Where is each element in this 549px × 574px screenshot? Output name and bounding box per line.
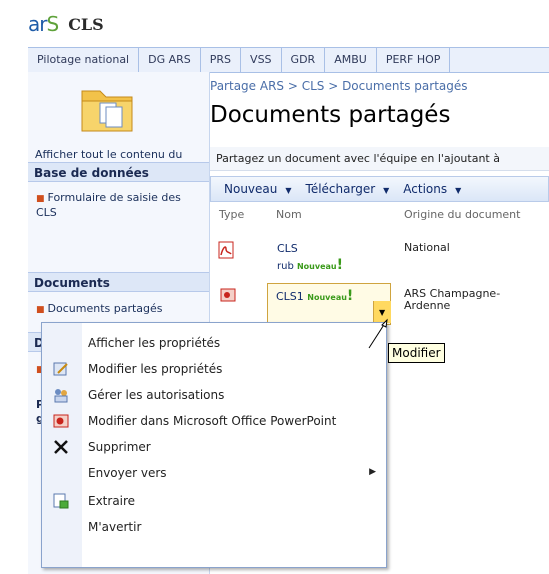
menu-item-edit-properties[interactable]: Modifier les propriétés: [42, 356, 386, 382]
doc-origin-champagne: ARS Champagne-Ardenne: [404, 287, 501, 312]
sidebar-section-documents[interactable]: Documents: [28, 272, 209, 292]
bullet-icon: ■: [36, 194, 45, 204]
menu-item-check-out[interactable]: Extraire: [42, 488, 386, 514]
submenu-arrow-icon: ▶: [369, 467, 376, 477]
list-toolbar: Nouveau ▼ Télécharger ▼ Actions ▼: [210, 176, 549, 202]
tooltip: Modifier: [388, 343, 445, 363]
item-context-menu: Afficher les propriétés Modifier les pro…: [41, 322, 387, 568]
sidebar-item-shared-docs[interactable]: ■ Documents partagés: [36, 302, 163, 317]
new-menu-button[interactable]: Nouveau ▼: [224, 182, 292, 196]
mouse-cursor-icon: [368, 318, 388, 349]
column-header-name[interactable]: Nom: [276, 208, 302, 221]
menu-item-manage-permissions[interactable]: Gérer les autorisations: [42, 382, 386, 408]
doc-subname: rub Nouveau!: [277, 257, 343, 273]
menu-item-delete[interactable]: Supprimer: [42, 434, 386, 460]
page-title: Documents partagés: [210, 102, 451, 128]
site-title[interactable]: CLS: [68, 15, 104, 34]
nav-tab-pilotage[interactable]: Pilotage national: [28, 48, 140, 72]
menu-item-view-properties[interactable]: Afficher les propriétés: [42, 330, 386, 356]
dropdown-arrow-icon: ▼: [285, 186, 292, 195]
checkout-icon: [53, 493, 69, 509]
nav-tab-vss[interactable]: VSS: [241, 48, 282, 72]
sidebar-section-database[interactable]: Base de données: [28, 162, 209, 182]
menu-item-alert-me[interactable]: M'avertir: [42, 514, 386, 540]
delete-icon: [54, 440, 68, 454]
pdf-icon: [218, 241, 234, 259]
list-description: Partagez un document avec l'équipe en l'…: [210, 147, 549, 171]
doc-origin-national: National: [404, 241, 450, 254]
upload-menu-button[interactable]: Télécharger ▼: [306, 182, 390, 196]
site-brand[interactable]: arS CLS: [28, 8, 104, 36]
dropdown-arrow-icon: ▼: [383, 186, 390, 195]
nav-tab-perf-hop[interactable]: PERF HOP: [377, 48, 451, 72]
nav-tab-dg-ars[interactable]: DG ARS: [139, 48, 201, 72]
breadcrumb[interactable]: Partage ARS > CLS > Documents partagés: [210, 79, 468, 93]
top-line: [0, 0, 549, 2]
folder-icon: [81, 90, 133, 132]
column-header-type[interactable]: Type: [219, 208, 244, 221]
sidebar-item-form[interactable]: ■ Formulaire de saisie des CLS: [36, 191, 196, 220]
dropdown-arrow-icon: ▼: [455, 186, 462, 195]
column-header-origin[interactable]: Origine du document: [404, 208, 520, 221]
permissions-icon: [54, 389, 68, 403]
top-nav: Pilotage national DG ARS PRS VSS GDR AMB…: [28, 47, 549, 73]
doc-name-cls[interactable]: CLS: [277, 242, 298, 255]
powerpoint-icon: [53, 414, 69, 428]
ars-logo: arS: [28, 12, 59, 36]
bullet-icon: ■: [36, 305, 45, 315]
nav-tab-ambu[interactable]: AMBU: [325, 48, 377, 72]
nav-tab-prs[interactable]: PRS: [201, 48, 242, 72]
menu-item-send-to[interactable]: Envoyer vers ▶: [42, 460, 386, 486]
doc-name-cls1[interactable]: CLS1 Nouveau!: [276, 288, 353, 304]
chevron-down-icon: ▼: [379, 308, 386, 317]
powerpoint-icon: [220, 288, 236, 302]
actions-menu-button[interactable]: Actions ▼: [403, 182, 461, 196]
menu-item-edit-in-powerpoint[interactable]: Modifier dans Microsoft Office PowerPoin…: [42, 408, 386, 434]
nav-tab-gdr[interactable]: GDR: [282, 48, 326, 72]
edit-properties-icon: [53, 362, 68, 376]
